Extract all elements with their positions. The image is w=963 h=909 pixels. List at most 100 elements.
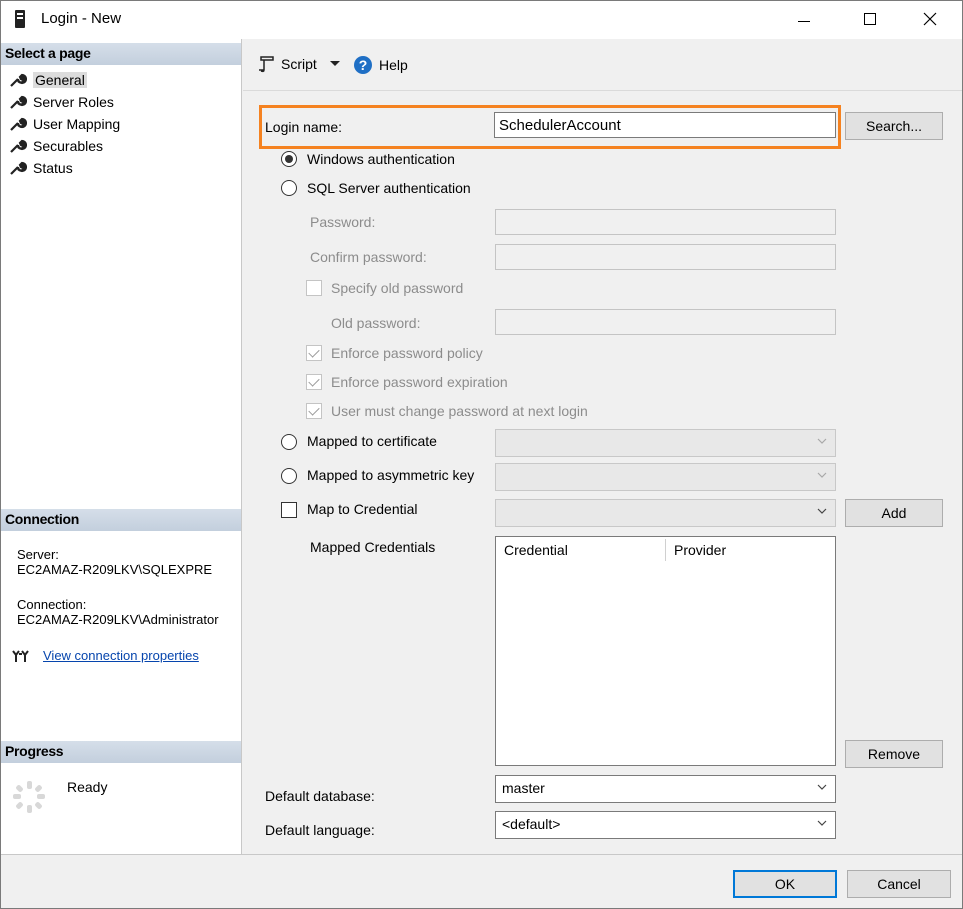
page-list: General Server Roles User Mapping Secura…: [9, 69, 120, 179]
progress-spinner-icon: [13, 781, 45, 813]
select-page-header: Select a page: [1, 43, 241, 65]
maximize-button[interactable]: [847, 1, 893, 37]
script-icon: [259, 56, 274, 73]
dialog-footer: OK Cancel: [1, 854, 962, 908]
page-item-securables[interactable]: Securables: [9, 135, 120, 157]
page-item-label: Securables: [33, 138, 104, 154]
connection-header: Connection: [1, 509, 241, 531]
default-database-dropdown[interactable]: master: [495, 775, 836, 803]
script-label: Script: [281, 56, 317, 72]
toolbar: Script ? Help: [243, 39, 962, 91]
specify-old-password-label: Specify old password: [331, 280, 464, 296]
add-button[interactable]: Add: [845, 499, 943, 527]
certificate-dropdown[interactable]: [495, 429, 836, 457]
script-button[interactable]: Script: [257, 55, 341, 73]
server-label: Server:: [17, 547, 59, 562]
sql-auth-radio[interactable]: [281, 180, 297, 196]
app-icon: [15, 10, 25, 28]
wrench-icon: [10, 95, 27, 109]
login-new-window: Login - New Select a page General Server…: [0, 0, 963, 909]
asymmetric-key-dropdown[interactable]: [495, 463, 836, 491]
close-button[interactable]: [907, 1, 953, 37]
chevron-down-icon: [817, 472, 827, 478]
mapped-credentials-label: Mapped Credentials: [310, 539, 436, 555]
left-panel: Select a page General Server Roles User …: [1, 39, 242, 854]
server-value: EC2AMAZ-R209LKV\SQLEXPRE: [17, 562, 213, 577]
mapped-asymmetric-key-label: Mapped to asymmetric key: [307, 467, 475, 483]
mapped-credentials-grid[interactable]: Credential Provider: [495, 536, 836, 766]
default-database-label: Default database:: [265, 788, 375, 804]
help-icon: ?: [354, 56, 372, 74]
wrench-icon: [10, 73, 27, 87]
progress-header: Progress: [1, 741, 241, 763]
default-language-dropdown[interactable]: <default>: [495, 811, 836, 839]
confirm-password-input[interactable]: [495, 244, 836, 270]
chevron-down-icon: [817, 508, 827, 514]
page-item-general[interactable]: General: [9, 69, 120, 91]
connection-value: EC2AMAZ-R209LKV\Administrator: [17, 612, 219, 627]
view-connection-properties-link[interactable]: View connection properties: [43, 648, 199, 663]
must-change-checkbox[interactable]: [306, 403, 322, 419]
windows-auth-radio[interactable]: [281, 151, 297, 167]
close-icon: [923, 12, 937, 26]
password-input[interactable]: [495, 209, 836, 235]
enforce-expiration-label: Enforce password expiration: [331, 374, 508, 390]
minimize-button[interactable]: [781, 1, 827, 37]
windows-auth-label: Windows authentication: [307, 151, 455, 167]
default-database-value: master: [502, 780, 545, 796]
page-item-status[interactable]: Status: [9, 157, 120, 179]
enforce-expiration-checkbox[interactable]: [306, 374, 322, 390]
page-item-label: General: [33, 72, 87, 88]
page-item-label: User Mapping: [33, 116, 121, 132]
default-language-value: <default>: [502, 816, 561, 832]
specify-old-password-checkbox[interactable]: [306, 280, 322, 296]
progress-status: Ready: [67, 779, 108, 795]
server-info: Server: EC2AMAZ-R209LKV\SQLEXPRE: [17, 547, 212, 577]
chevron-down-icon: [329, 61, 340, 66]
page-item-server-roles[interactable]: Server Roles: [9, 91, 120, 113]
mapped-certificate-radio[interactable]: [281, 434, 297, 450]
login-name-label: Login name:: [265, 119, 343, 135]
wrench-icon: [10, 117, 27, 131]
wrench-icon: [10, 139, 27, 153]
mapped-asymmetric-key-radio[interactable]: [281, 468, 297, 484]
page-item-label: Server Roles: [33, 94, 114, 110]
connection-label: Connection:: [17, 597, 87, 612]
chevron-down-icon: [817, 784, 827, 790]
chevron-down-icon: [817, 820, 827, 826]
default-language-label: Default language:: [265, 822, 375, 838]
confirm-password-label: Confirm password:: [310, 249, 427, 265]
remove-button[interactable]: Remove: [845, 740, 943, 768]
view-connection-properties: View connection properties: [11, 648, 199, 663]
column-header-provider[interactable]: Provider: [666, 537, 726, 563]
minimize-icon: [798, 20, 810, 22]
map-credential-checkbox[interactable]: [281, 502, 297, 518]
window-title: Login - New: [41, 10, 122, 27]
chevron-down-icon: [817, 438, 827, 444]
login-name-input[interactable]: [494, 112, 836, 138]
grid-header: Credential Provider: [496, 537, 835, 563]
map-credential-label: Map to Credential: [307, 501, 418, 517]
page-item-label: Status: [33, 160, 73, 176]
svg-text:?: ?: [359, 57, 368, 73]
credential-dropdown[interactable]: [495, 499, 836, 527]
mapped-certificate-label: Mapped to certificate: [307, 433, 437, 449]
old-password-label: Old password:: [331, 315, 421, 331]
enforce-policy-checkbox[interactable]: [306, 345, 322, 361]
connection-properties-icon: [12, 649, 29, 662]
maximize-icon: [864, 13, 876, 25]
search-button[interactable]: Search...: [845, 112, 943, 140]
old-password-input[interactable]: [495, 309, 836, 335]
cancel-button[interactable]: Cancel: [847, 870, 951, 898]
column-header-credential[interactable]: Credential: [496, 539, 666, 561]
password-label: Password:: [310, 214, 376, 230]
help-button[interactable]: ? Help: [353, 55, 408, 75]
enforce-policy-label: Enforce password policy: [331, 345, 483, 361]
connection-info: Connection: EC2AMAZ-R209LKV\Administrato…: [17, 597, 219, 627]
wrench-icon: [10, 161, 27, 175]
help-label: Help: [379, 57, 408, 73]
page-item-user-mapping[interactable]: User Mapping: [9, 113, 120, 135]
ok-button[interactable]: OK: [733, 870, 837, 898]
sql-auth-label: SQL Server authentication: [307, 180, 471, 196]
must-change-label: User must change password at next login: [331, 403, 588, 419]
